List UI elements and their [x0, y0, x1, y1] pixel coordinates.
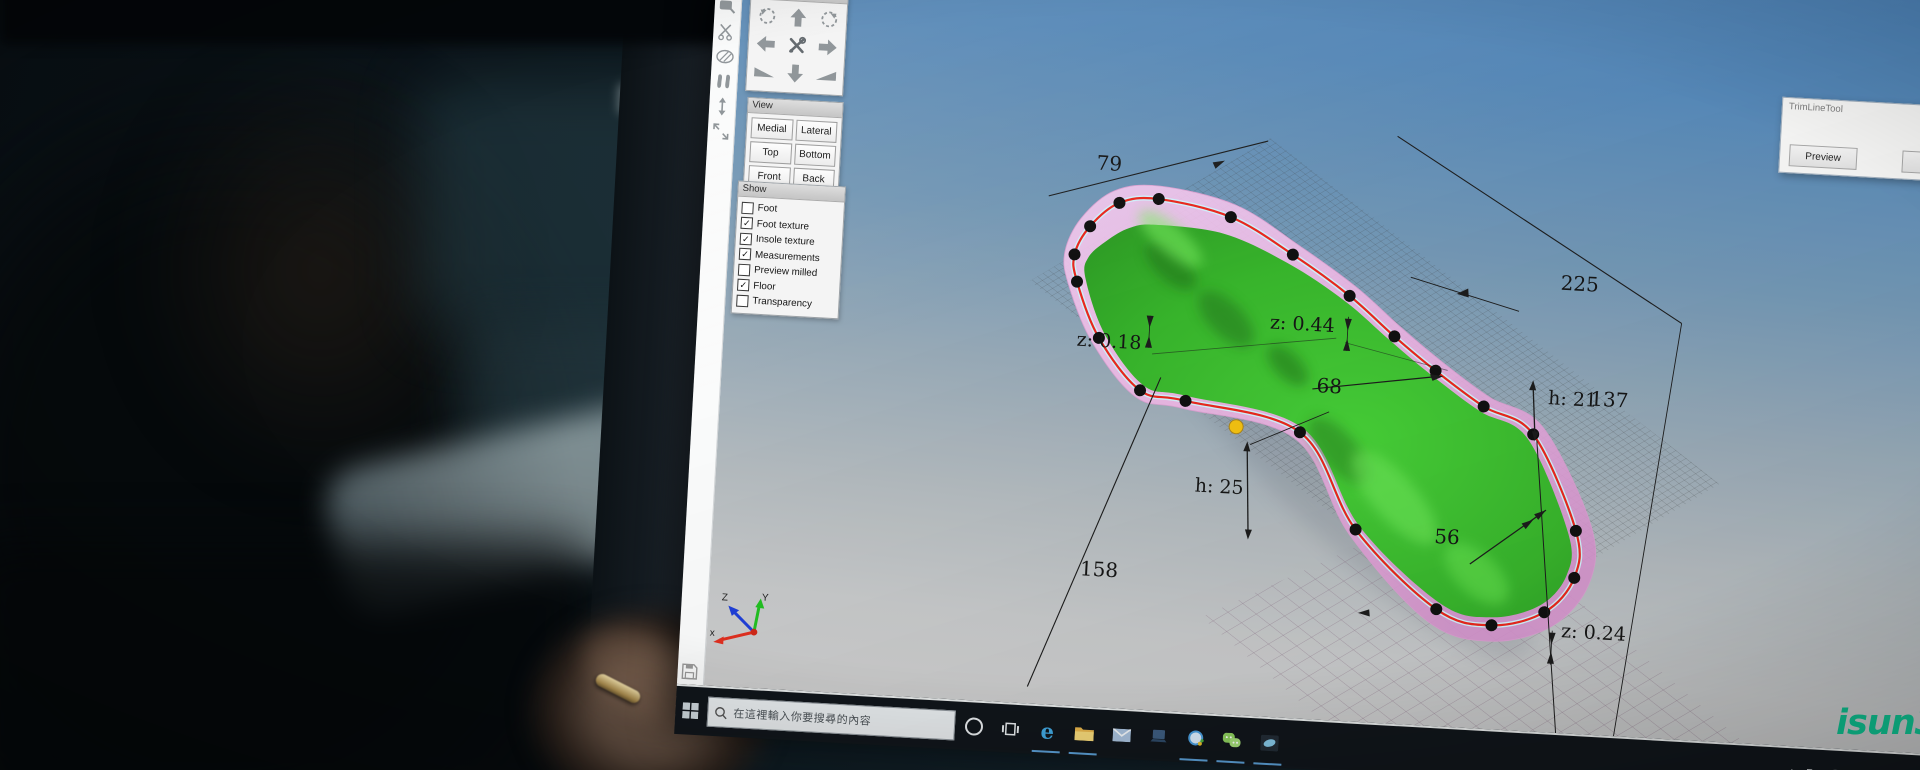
axis-y-label: Y: [762, 593, 770, 604]
active-control-point[interactable]: [1229, 419, 1244, 434]
view-bottom-button[interactable]: Bottom: [794, 144, 837, 167]
rotate-cw-icon[interactable]: [815, 7, 842, 32]
isun-watermark: isun3: [1836, 700, 1920, 752]
checkbox-icon[interactable]: ✓: [739, 248, 752, 261]
navigation-pad-panel: [745, 0, 849, 96]
axis-z-label: Z: [721, 592, 728, 603]
network-icon[interactable]: [1824, 750, 1849, 770]
show-item-label: Foot: [757, 203, 777, 215]
laptop-icon[interactable]: [1138, 712, 1178, 762]
foreground-shadow: [0, 540, 600, 770]
cortana-icon[interactable]: [954, 702, 994, 752]
tools-icon[interactable]: [783, 33, 810, 58]
view-top-button[interactable]: Top: [749, 141, 792, 164]
pan-down-icon[interactable]: [782, 61, 809, 86]
dim-56: 56: [1434, 524, 1461, 549]
ime-indicator[interactable]: 中: [1867, 753, 1892, 770]
insole-3d-scene: [703, 0, 1920, 756]
photos-app-icon[interactable]: [1249, 718, 1289, 768]
start-button[interactable]: [674, 686, 707, 736]
checkbox-icon[interactable]: [736, 294, 749, 307]
trimlinetool-dialog: TrimLineTool Preview OK: [1778, 97, 1920, 183]
taskbar-search-input[interactable]: 在這裡輸入你要搜尋的內容: [707, 697, 956, 741]
dim-z024: z: 0.24: [1561, 620, 1627, 646]
checkbox-icon[interactable]: ✓: [737, 279, 750, 292]
pan-right-icon[interactable]: [814, 35, 841, 60]
tilt-left-icon[interactable]: [751, 59, 778, 84]
checkbox-icon[interactable]: ✓: [740, 217, 753, 230]
dim-225: 225: [1560, 271, 1599, 297]
show-item-label: Floor: [753, 280, 776, 292]
show-checkbox-list: Foot✓Foot texture✓Insole texture✓Measure…: [732, 197, 844, 318]
show-item-label: Insole texture: [756, 234, 815, 248]
show-panel: Show Foot✓Foot texture✓Insole texture✓Me…: [731, 181, 846, 319]
axis-x-label: x: [710, 628, 716, 639]
file-explorer-icon[interactable]: [1065, 708, 1105, 758]
axis-triad: x Y Z: [707, 588, 774, 647]
mail-icon[interactable]: [1101, 710, 1141, 760]
checkbox-icon[interactable]: [738, 263, 751, 276]
material-tool-icon[interactable]: [716, 47, 735, 66]
view-lateral-button[interactable]: Lateral: [795, 120, 838, 143]
pan-left-icon[interactable]: [752, 31, 779, 56]
tray-folder-icon[interactable]: [1802, 749, 1827, 770]
dim-h25: h: 25: [1194, 475, 1244, 500]
search-placeholder: 在這裡輸入你要搜尋的內容: [733, 705, 872, 729]
show-item-label: Measurements: [755, 249, 820, 264]
pan-up-icon[interactable]: [785, 5, 812, 30]
show-item-label: Foot texture: [756, 218, 809, 232]
dim-79: 79: [1096, 151, 1123, 176]
edge-icon[interactable]: e: [1028, 706, 1068, 756]
select-tool-icon[interactable]: [718, 0, 737, 16]
show-item-label: Transparency: [752, 296, 812, 310]
chevron-up-icon[interactable]: [1780, 748, 1805, 770]
dim-68: 68: [1316, 373, 1343, 398]
show-item-label: Preview milled: [754, 265, 818, 280]
tilt-right-icon[interactable]: [812, 63, 839, 88]
view-medial-button[interactable]: Medial: [751, 117, 794, 140]
3d-viewport[interactable]: [703, 0, 1920, 756]
dim-158: 158: [1079, 556, 1118, 582]
preview-button[interactable]: Preview: [1789, 144, 1858, 170]
rotate-ccw-icon[interactable]: [754, 3, 781, 28]
volume-muted-icon[interactable]: [1846, 751, 1871, 770]
task-view-icon[interactable]: [991, 704, 1031, 754]
qq-browser-icon[interactable]: [1175, 714, 1215, 764]
insoles-tool-icon[interactable]: [714, 72, 733, 91]
dim-z018: z: 0.18: [1076, 329, 1142, 355]
dim-h21: h: 21: [1548, 387, 1598, 412]
wechat-icon[interactable]: [1212, 716, 1252, 766]
save-tool-icon[interactable]: [680, 662, 699, 681]
checkbox-icon[interactable]: ✓: [740, 232, 753, 245]
vertical-arrows-tool-icon[interactable]: [713, 97, 732, 116]
expand-tool-icon[interactable]: [711, 122, 730, 141]
monitor-screen: 79 225 137 158 68 56 h: 21 h: 25 z: 0.18…: [674, 0, 1920, 770]
checkbox-icon[interactable]: [741, 202, 754, 215]
dim-z044: z: 0.44: [1269, 311, 1335, 337]
scissors-tool-icon[interactable]: [717, 22, 736, 41]
search-icon: [714, 706, 728, 720]
ok-button[interactable]: OK: [1901, 150, 1920, 175]
